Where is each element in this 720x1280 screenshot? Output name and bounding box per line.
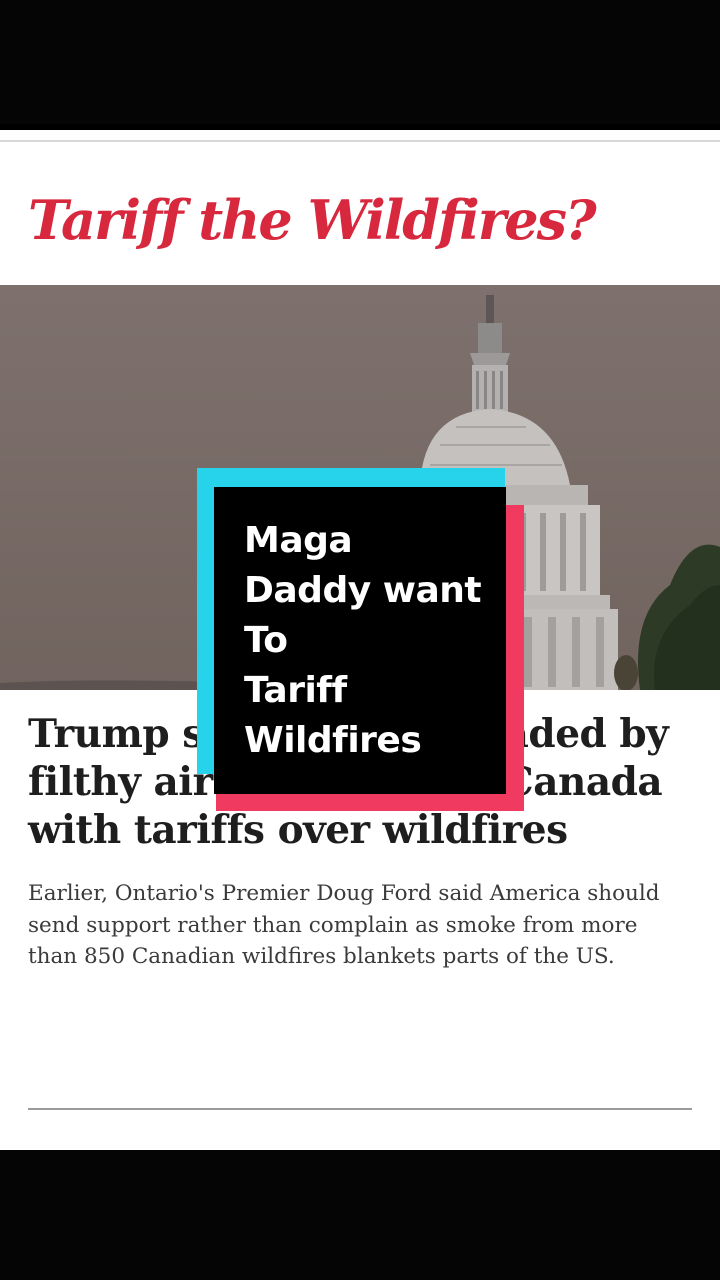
caption-line-5: Wildfires [244,720,422,761]
caption-text: Maga Daddy want To Tariff Wildfires [244,516,504,766]
story-title-line-2b: Canada [502,759,663,805]
story-title-line-3: with tariffs over wildfires [28,807,568,853]
story-title-line-2a: filthy air [28,759,213,805]
bottom-black-bar [0,1150,720,1280]
top-black-bar [0,0,720,124]
top-divider [0,140,720,142]
caption-line-1: Maga [244,520,353,561]
page-headline: Tariff the Wildfires? [28,188,597,252]
story-summary: Earlier, Ontario's Premier Doug Ford sai… [28,881,660,969]
bottom-divider [28,1108,692,1110]
caption-line-4: Tariff [244,670,347,711]
caption-line-2: Daddy want [244,570,482,611]
caption-line-3: To [244,620,288,661]
story-title-line-1a: Trump s [28,711,204,757]
story-title-line-1b: aded by [503,711,669,757]
